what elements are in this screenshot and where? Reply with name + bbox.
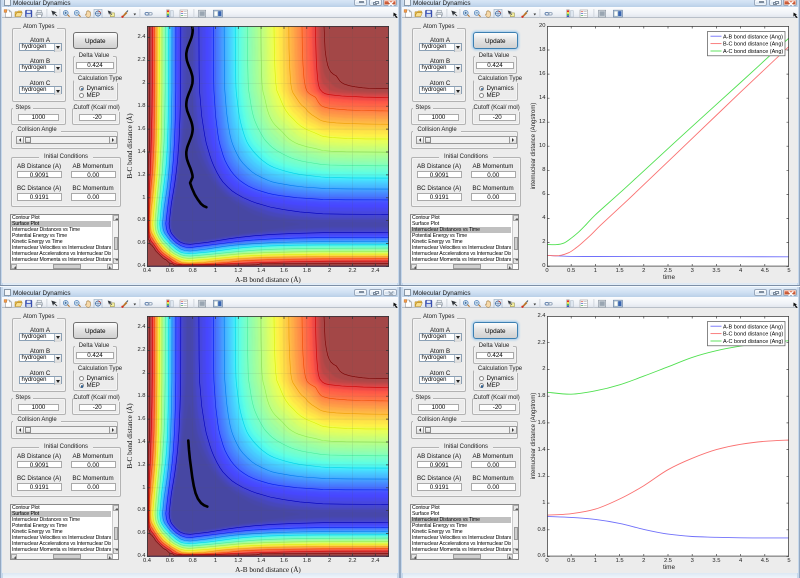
svg-text:A-B bond distance (Ang): A-B bond distance (Ang) — [723, 34, 783, 40]
svg-text:A-B bond distance (Ang): A-B bond distance (Ang) — [723, 324, 783, 330]
svg-text:B-C bond distance (Ang): B-C bond distance (Ang) — [723, 332, 783, 338]
svg-text:A-C bond distance (Ang): A-C bond distance (Ang) — [723, 49, 783, 55]
svg-text:A-C bond distance (Ang): A-C bond distance (Ang) — [723, 339, 783, 345]
svg-text:B-C bond distance (Ang): B-C bond distance (Ang) — [723, 42, 783, 48]
